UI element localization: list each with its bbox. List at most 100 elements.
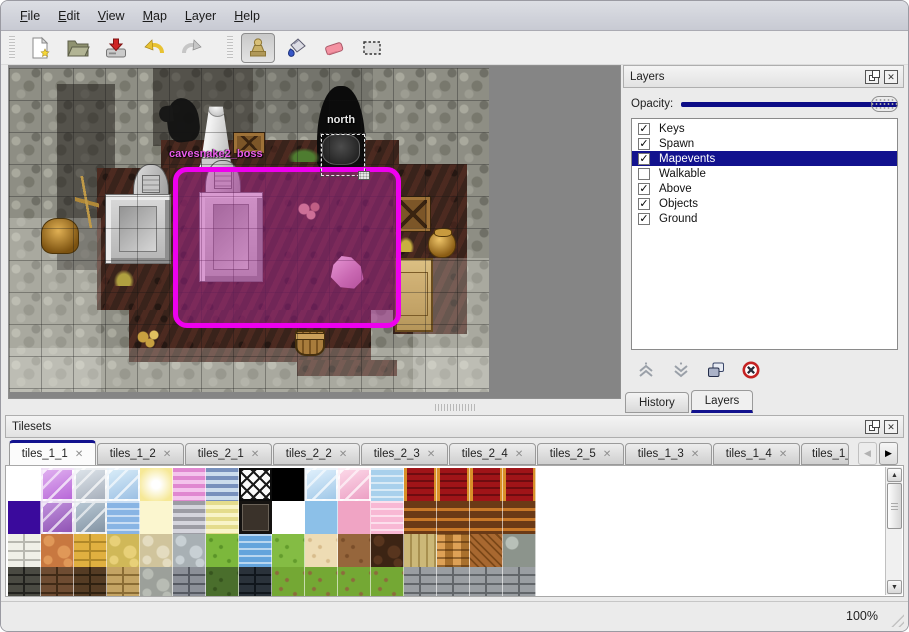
layer-visibility-checkbox[interactable]: ✓ — [638, 138, 650, 150]
float-panel-button[interactable] — [865, 420, 879, 434]
tab-scroll-right-button[interactable]: ▶ — [879, 442, 898, 465]
close-tab-icon[interactable]: ✕ — [779, 449, 787, 460]
tile-swatch[interactable] — [140, 501, 173, 534]
close-tab-icon[interactable]: ✕ — [251, 449, 259, 460]
tile-swatch[interactable] — [74, 501, 107, 534]
tile-swatch[interactable] — [338, 567, 371, 597]
tile-swatch[interactable] — [107, 567, 140, 597]
tile-swatch[interactable] — [404, 501, 437, 534]
tile-swatch[interactable] — [272, 567, 305, 597]
tile-swatch[interactable] — [272, 534, 305, 567]
rect-select-button[interactable] — [355, 33, 389, 63]
close-panel-button[interactable]: ✕ — [884, 70, 898, 84]
layer-row-spawn[interactable]: ✓Spawn — [632, 136, 897, 151]
close-tab-icon[interactable]: ✕ — [75, 449, 83, 460]
tile-swatch[interactable] — [437, 534, 470, 567]
menu-layer[interactable]: Layer — [176, 6, 225, 26]
tile-swatch[interactable] — [206, 501, 239, 534]
tile-swatch[interactable] — [470, 567, 503, 597]
tile-swatch[interactable] — [206, 534, 239, 567]
layer-row-ground[interactable]: ✓Ground — [632, 211, 897, 226]
tile-swatch[interactable] — [41, 501, 74, 534]
tile-swatch[interactable] — [239, 534, 272, 567]
tile-swatch[interactable] — [503, 567, 536, 597]
event-selection[interactable] — [173, 167, 401, 328]
tile-swatch[interactable] — [305, 468, 338, 501]
selection-resize-handle[interactable] — [358, 171, 370, 180]
tile-swatch[interactable] — [140, 567, 173, 597]
scrollbar-thumb[interactable] — [887, 483, 902, 529]
tile-swatch[interactable] — [107, 501, 140, 534]
tileset-tab-tiles_1_2[interactable]: tiles_1_2✕ — [97, 443, 184, 465]
tab-scroll-left-button[interactable]: ◀ — [858, 442, 877, 465]
close-tab-icon[interactable]: ✕ — [427, 449, 435, 460]
tile-swatch[interactable] — [503, 534, 536, 567]
tile-swatch[interactable] — [470, 468, 503, 501]
tile-swatch[interactable] — [74, 567, 107, 597]
tileset-tab-tiles_1_3[interactable]: tiles_1_3✕ — [625, 443, 712, 465]
entrance-selection-marker[interactable] — [321, 134, 365, 176]
tile-swatch[interactable] — [470, 534, 503, 567]
fill-bucket-button[interactable] — [279, 33, 313, 63]
tile-swatch[interactable] — [140, 468, 173, 501]
close-panel-button[interactable]: ✕ — [884, 420, 898, 434]
tile-swatch[interactable] — [173, 468, 206, 501]
menu-edit[interactable]: Edit — [49, 6, 89, 26]
tile-swatch[interactable] — [239, 567, 272, 597]
tile-swatch[interactable] — [371, 567, 404, 597]
layer-visibility-checkbox[interactable]: ✓ — [638, 198, 650, 210]
tileset-tab-tiles_1_1[interactable]: tiles_1_1✕ — [9, 440, 96, 465]
splitter-grip[interactable] — [435, 404, 477, 411]
layer-visibility-checkbox[interactable]: ✓ — [638, 183, 650, 195]
tile-swatch[interactable] — [140, 534, 173, 567]
opacity-slider-handle[interactable] — [871, 96, 898, 112]
tile-swatch[interactable] — [437, 468, 470, 501]
tile-swatch[interactable] — [8, 501, 41, 534]
tile-swatch[interactable] — [41, 567, 74, 597]
tilesets-panel-header[interactable]: Tilesets ✕ — [5, 415, 904, 438]
tile-swatch[interactable] — [173, 534, 206, 567]
tileset-tab-tiles_2_1[interactable]: tiles_2_1✕ — [185, 443, 272, 465]
delete-layer-button[interactable] — [740, 359, 762, 381]
tile-swatch[interactable] — [437, 501, 470, 534]
close-tab-icon[interactable]: ✕ — [163, 449, 171, 460]
menu-help[interactable]: Help — [225, 6, 269, 26]
tile-swatch[interactable] — [371, 501, 404, 534]
tile-swatch[interactable] — [404, 534, 437, 567]
layer-row-objects[interactable]: ✓Objects — [632, 196, 897, 211]
menu-file[interactable]: File — [11, 6, 49, 26]
tile-swatch[interactable] — [107, 468, 140, 501]
tile-swatch[interactable] — [173, 567, 206, 597]
tile-swatch[interactable] — [206, 567, 239, 597]
tileset-tab-tiles_2_5[interactable]: tiles_2_5✕ — [537, 443, 624, 465]
layers-panel-header[interactable]: Layers ✕ — [623, 65, 904, 88]
tile-swatch[interactable] — [206, 468, 239, 501]
close-tab-icon[interactable]: ✕ — [603, 449, 611, 460]
eraser-button[interactable] — [317, 33, 351, 63]
stamp-button[interactable] — [241, 33, 275, 63]
tile-swatch[interactable] — [8, 468, 41, 501]
tile-swatch[interactable] — [338, 534, 371, 567]
map-viewport[interactable]: north cavesnake2_boss — [8, 65, 621, 399]
undo-button[interactable] — [137, 33, 171, 63]
tile-swatch[interactable] — [41, 468, 74, 501]
layer-row-walkable[interactable]: Walkable — [632, 166, 897, 181]
open-folder-button[interactable] — [61, 33, 95, 63]
layer-visibility-checkbox[interactable] — [638, 168, 650, 180]
tile-swatch[interactable] — [74, 468, 107, 501]
tile-swatch[interactable] — [371, 534, 404, 567]
tile-swatch[interactable] — [305, 501, 338, 534]
scroll-up-button[interactable]: ▲ — [887, 468, 902, 482]
lower-layer-button[interactable] — [670, 359, 692, 381]
layer-row-above[interactable]: ✓Above — [632, 181, 897, 196]
tileset-tab-tiles_2_2[interactable]: tiles_2_2✕ — [273, 443, 360, 465]
tile-swatch[interactable] — [272, 501, 305, 534]
layer-visibility-checkbox[interactable]: ✓ — [638, 153, 650, 165]
scroll-down-button[interactable]: ▼ — [887, 580, 902, 594]
float-panel-button[interactable] — [865, 70, 879, 84]
tile-swatch[interactable] — [239, 501, 272, 534]
menu-map[interactable]: Map — [134, 6, 176, 26]
tile-swatch[interactable] — [107, 534, 140, 567]
tile-swatch[interactable] — [437, 567, 470, 597]
tile-swatch[interactable] — [404, 567, 437, 597]
